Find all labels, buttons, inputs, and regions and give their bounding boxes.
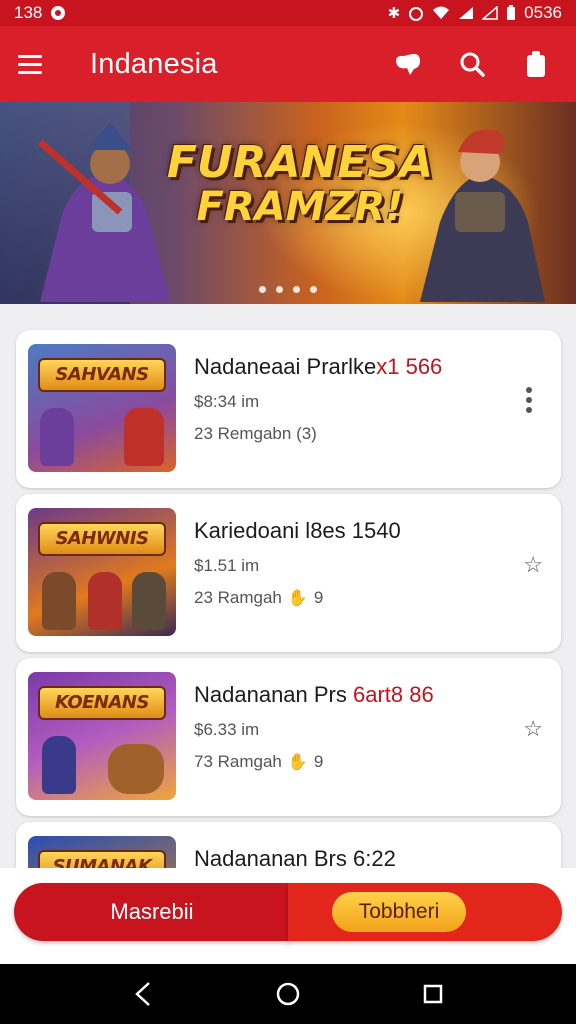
action-bar: Masrebii Tobbheri [0, 868, 576, 964]
pagination-dot[interactable] [310, 286, 317, 293]
game-price: $1.51 im [194, 556, 260, 575]
home-icon [276, 982, 300, 1006]
share-icon [396, 53, 420, 75]
favorite-star-button[interactable]: ☆ [523, 554, 543, 576]
thumbs-up-icon: ✋ [287, 754, 308, 771]
bluetooth-icon: ✱ [387, 4, 401, 22]
menu-button[interactable] [18, 46, 54, 82]
game-price: $6.33 im [194, 720, 260, 739]
secondary-action-button[interactable]: Tobbheri [288, 883, 562, 941]
game-title: Kariedoani l8es 1540 [194, 518, 401, 543]
battery-icon [507, 5, 516, 20]
home-button[interactable] [268, 974, 308, 1014]
banner-title: FURANESA FRAMZR! [166, 137, 434, 231]
game-title: Nadaneaai Prarlkex1 566 [194, 354, 443, 379]
game-logo: KOENANS [38, 686, 166, 720]
battery-level: 0536 [524, 3, 562, 22]
search-button[interactable] [454, 46, 490, 82]
system-nav-bar [0, 964, 576, 1024]
more-vert-icon [526, 387, 532, 393]
pagination-dot[interactable] [293, 286, 300, 293]
share-button[interactable] [390, 46, 426, 82]
primary-action-button[interactable]: Masrebii [14, 883, 290, 941]
game-title: Nadananan Prs 6art8 86 [194, 682, 434, 707]
game-reviews: 23 Remgabn (3) [194, 424, 317, 443]
game-logo: SAHVANS [38, 358, 166, 392]
secondary-action-label: Tobbheri [332, 892, 466, 932]
status-bar: 138 ✱ 0536 [0, 0, 576, 26]
list-item[interactable]: SAHVANS Nadaneaai Prarlkex1 566 $8:34 im… [16, 330, 561, 488]
status-time: 138 [14, 3, 43, 22]
search-icon [460, 52, 485, 77]
alarm-icon [409, 7, 424, 21]
signal-icon-2 [482, 6, 498, 20]
hero-banner[interactable]: FURANESA FRAMZR! [0, 102, 576, 304]
favorite-star-button[interactable]: ☆ [523, 718, 543, 740]
game-thumbnail: KOENANS [28, 672, 176, 800]
signal-icon [459, 7, 474, 19]
pagination-dot[interactable] [259, 286, 266, 293]
cart-button[interactable] [518, 46, 554, 82]
list-item[interactable]: SAHWNIS Kariedoani l8es 1540 $1.51 im 23… [16, 494, 561, 652]
app-title: Indanesia [90, 47, 218, 80]
hamburger-icon [18, 54, 42, 58]
banner-pagination [0, 286, 576, 293]
game-logo: SAHWNIS [38, 522, 166, 556]
game-thumbnail: SAHWNIS [28, 508, 176, 636]
recents-icon [424, 984, 443, 1004]
list-item[interactable]: KOENANS Nadananan Prs 6art8 86 $6.33 im … [16, 658, 561, 816]
game-price: $8:34 im [194, 392, 260, 411]
back-icon [134, 982, 150, 1006]
recents-button[interactable] [413, 974, 453, 1014]
game-thumbnail: SAHVANS [28, 344, 176, 472]
game-reviews: 23 Ramgah ✋ 9 [194, 588, 324, 607]
game-reviews: 73 Ramgah ✋ 9 [194, 752, 324, 771]
star-icon: ☆ [523, 716, 543, 741]
bag-icon [527, 51, 545, 77]
back-button[interactable] [123, 974, 163, 1014]
app-bar: Indanesia [0, 26, 576, 102]
thumbs-up-icon: ✋ [287, 590, 308, 607]
notification-icon [51, 6, 66, 20]
wifi-icon [433, 6, 450, 19]
star-icon: ☆ [523, 552, 543, 577]
more-options-button[interactable] [517, 382, 541, 418]
pagination-dot[interactable] [276, 286, 283, 293]
